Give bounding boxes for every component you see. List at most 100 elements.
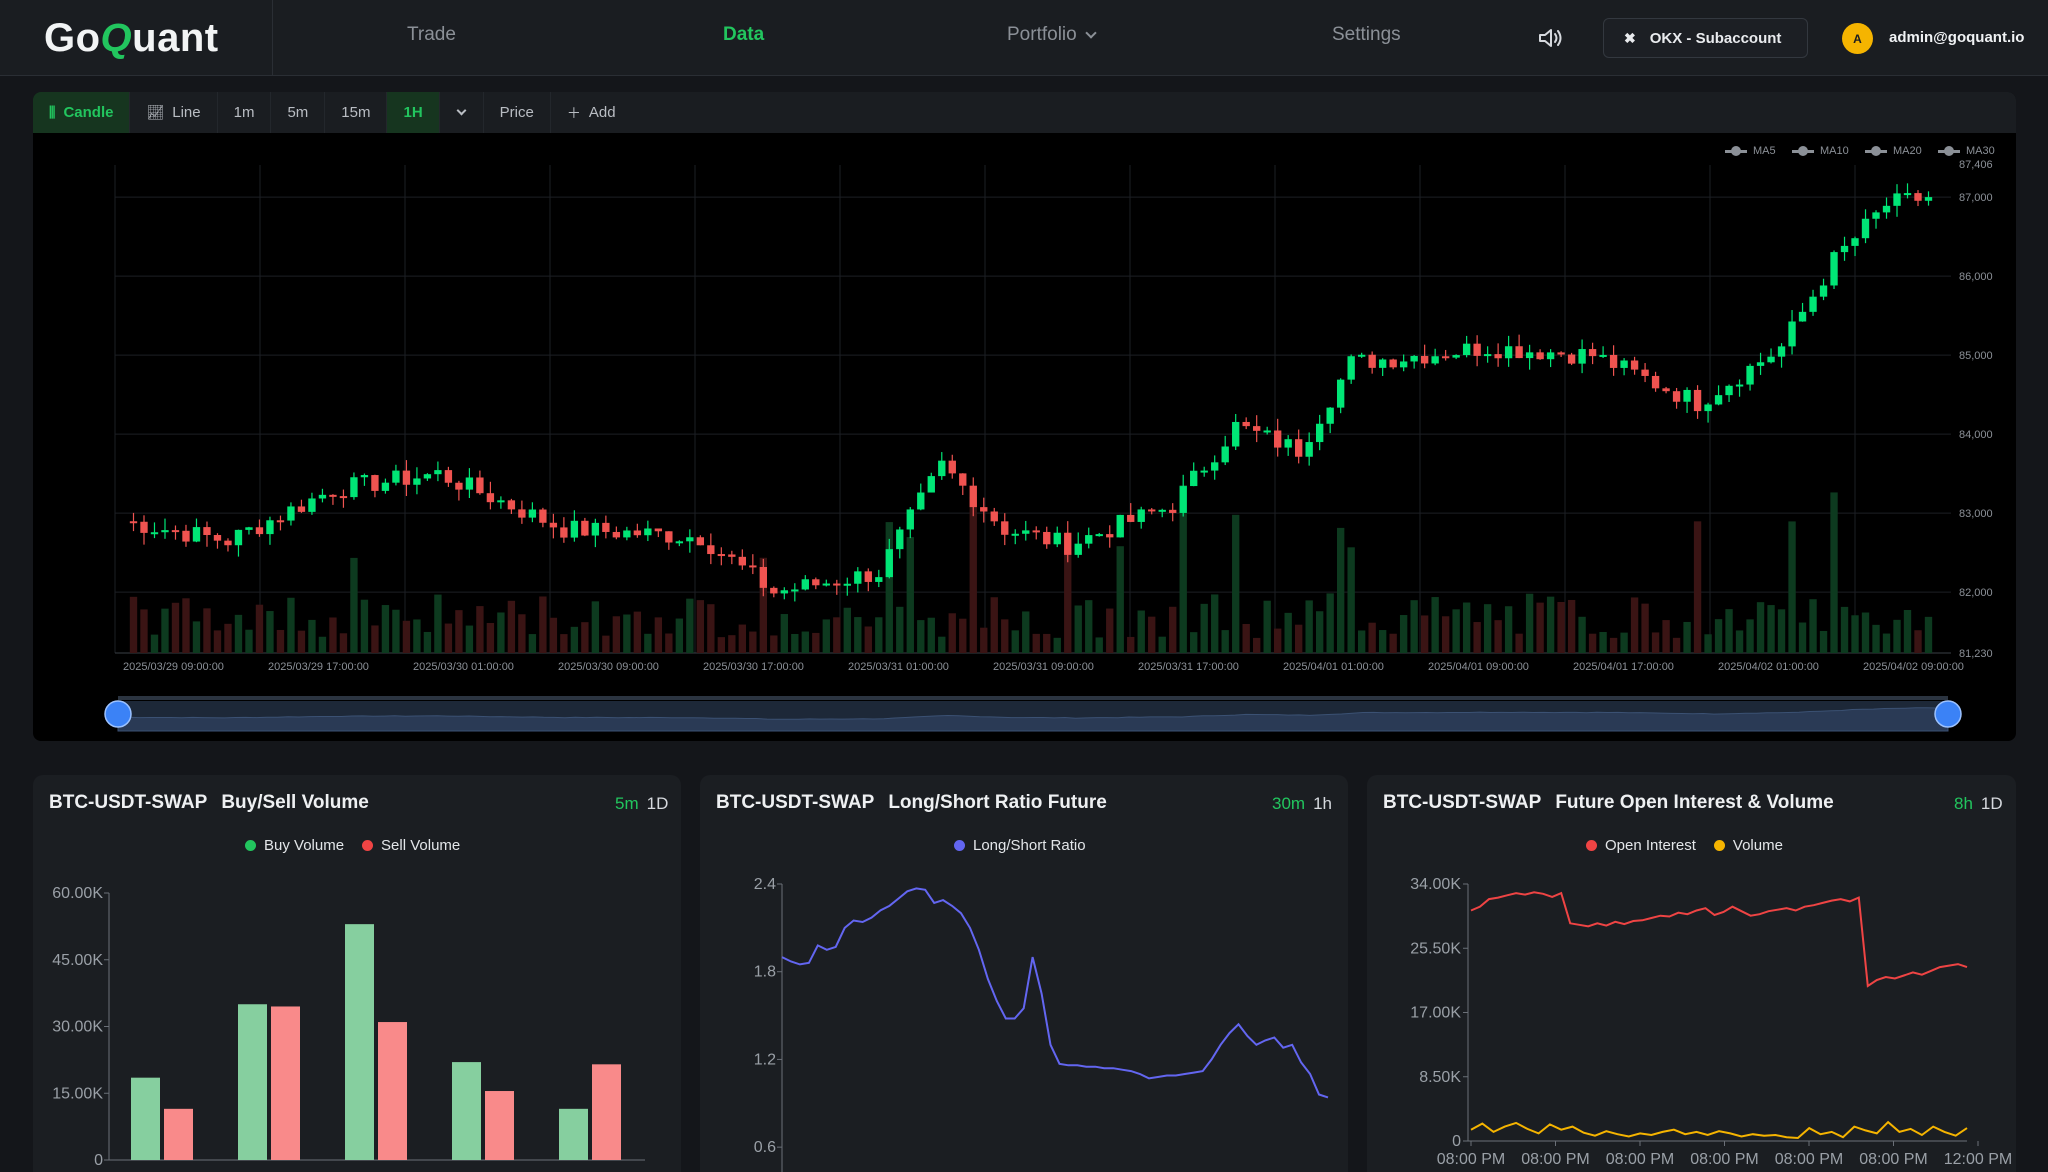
candle-body[interactable] [591, 522, 600, 536]
candle-body[interactable] [444, 470, 453, 483]
candle-body[interactable] [1767, 356, 1775, 363]
candle-body[interactable] [644, 528, 652, 536]
candle-body[interactable] [350, 477, 358, 498]
candle-body[interactable] [1169, 509, 1177, 513]
candle-body[interactable] [833, 583, 841, 586]
candle-body[interactable] [423, 474, 432, 479]
candle-body[interactable] [1630, 360, 1639, 370]
candle-body[interactable] [1179, 486, 1187, 513]
candle-body[interactable] [1305, 442, 1313, 457]
candle-body[interactable] [738, 556, 747, 566]
candle-body[interactable] [1903, 193, 1912, 196]
candle-body[interactable] [1924, 197, 1933, 201]
candle-body[interactable] [518, 509, 526, 518]
candle-body[interactable] [1851, 238, 1859, 246]
candle-body[interactable] [1641, 369, 1649, 376]
candle-body[interactable] [854, 571, 862, 584]
candle-body[interactable] [1001, 521, 1009, 535]
nav-portfolio[interactable]: Portfolio [1007, 24, 1097, 46]
candle-body[interactable] [297, 506, 306, 512]
candle-body[interactable] [255, 527, 264, 535]
candle-body[interactable] [434, 470, 442, 475]
candle-body[interactable] [1137, 509, 1145, 522]
candle-body[interactable] [1116, 514, 1124, 538]
candle-body[interactable] [1368, 354, 1376, 368]
open-interest-line[interactable] [1470, 891, 1968, 988]
candle-body[interactable] [1777, 346, 1786, 357]
candle-body[interactable] [1651, 375, 1660, 389]
candle-body[interactable] [1515, 346, 1523, 359]
candle-body[interactable] [1295, 439, 1303, 457]
candle-body[interactable] [896, 529, 904, 550]
candle-body[interactable] [1746, 365, 1754, 385]
oi-volume-line-chart[interactable]: 34.00K25.50K17.00K8.50K008:00 PM 08:00 PM… [1367, 775, 2016, 1172]
long-short-line-chart[interactable]: 2.4 1.8 1.2 0.6 [700, 775, 1348, 1172]
zoom-slider-bar[interactable] [118, 696, 1948, 700]
candle-body[interactable] [917, 492, 925, 510]
candle-body[interactable] [1819, 285, 1828, 297]
candle-body[interactable] [245, 527, 253, 530]
candle-body[interactable] [381, 482, 390, 491]
candle-body[interactable] [1336, 379, 1345, 408]
candle-body[interactable] [1274, 430, 1282, 448]
candle-body[interactable] [791, 589, 799, 592]
candle-body[interactable] [213, 535, 222, 541]
candle-body[interactable] [339, 496, 348, 499]
candle-button[interactable]: ⫼ Candle [33, 92, 131, 133]
candle-body[interactable] [1253, 426, 1261, 431]
candle-body[interactable] [392, 470, 400, 483]
candle-body[interactable] [990, 511, 998, 522]
candle-body[interactable] [1620, 360, 1628, 368]
candle-body[interactable] [276, 520, 285, 523]
candle-body[interactable] [686, 537, 694, 542]
zoom-handle-left[interactable] [104, 700, 132, 728]
candle-body[interactable] [707, 545, 715, 555]
avatar[interactable]: A [1842, 23, 1873, 54]
buy-sell-bar-chart[interactable]: 60.00K 45.00K 30.00K 15.00K 0 [33, 775, 681, 1172]
candle-body[interactable] [1200, 470, 1208, 473]
candle-body[interactable] [1389, 359, 1397, 368]
candle-body[interactable] [969, 485, 977, 508]
candle-body[interactable] [1441, 356, 1450, 359]
candle-body[interactable] [1662, 388, 1670, 392]
candle-body[interactable] [1872, 212, 1880, 219]
candle-body[interactable] [822, 583, 830, 586]
candle-body[interactable] [1546, 352, 1555, 360]
candle-body[interactable] [1714, 395, 1723, 405]
candle-body[interactable] [150, 532, 159, 535]
candle-body[interactable] [1095, 534, 1103, 537]
candle-body[interactable] [203, 527, 211, 536]
candle-body[interactable] [528, 509, 537, 518]
candle-body[interactable] [371, 475, 379, 491]
buy-volume-bar[interactable] [238, 1004, 267, 1160]
candle-body[interactable] [1410, 355, 1418, 362]
speaker-icon[interactable] [1537, 26, 1563, 50]
candle-body[interactable] [948, 460, 956, 474]
candle-body[interactable] [1399, 361, 1408, 368]
candle-body[interactable] [1347, 356, 1355, 380]
candle-body[interactable] [1525, 352, 1534, 359]
interval-1m[interactable]: 1m [218, 92, 272, 133]
buy-volume-bar[interactable] [452, 1062, 481, 1160]
candle-body[interactable] [1221, 446, 1229, 463]
candle-body[interactable] [224, 540, 232, 546]
candle-body[interactable] [1704, 404, 1712, 412]
candle-body[interactable] [192, 527, 201, 542]
candle-body[interactable] [1378, 359, 1387, 368]
interval-dropdown[interactable] [440, 92, 484, 133]
candle-body[interactable] [980, 507, 988, 512]
candle-body[interactable] [161, 530, 169, 533]
candle-body[interactable] [717, 554, 726, 557]
candle-body[interactable] [1011, 533, 1019, 536]
candle-body[interactable] [1420, 355, 1429, 364]
candle-body[interactable] [1452, 355, 1460, 358]
candle-body[interactable] [1504, 346, 1513, 359]
candle-body[interactable] [749, 565, 757, 568]
candle-body[interactable] [1431, 356, 1439, 364]
candle-body[interactable] [780, 590, 788, 594]
candle-body[interactable] [801, 579, 809, 590]
candle-body[interactable] [843, 583, 851, 586]
candle-body[interactable] [1284, 439, 1292, 448]
candle-body[interactable] [602, 522, 610, 532]
account-selector-button[interactable]: ✖ OKX - Subaccount [1603, 18, 1808, 58]
